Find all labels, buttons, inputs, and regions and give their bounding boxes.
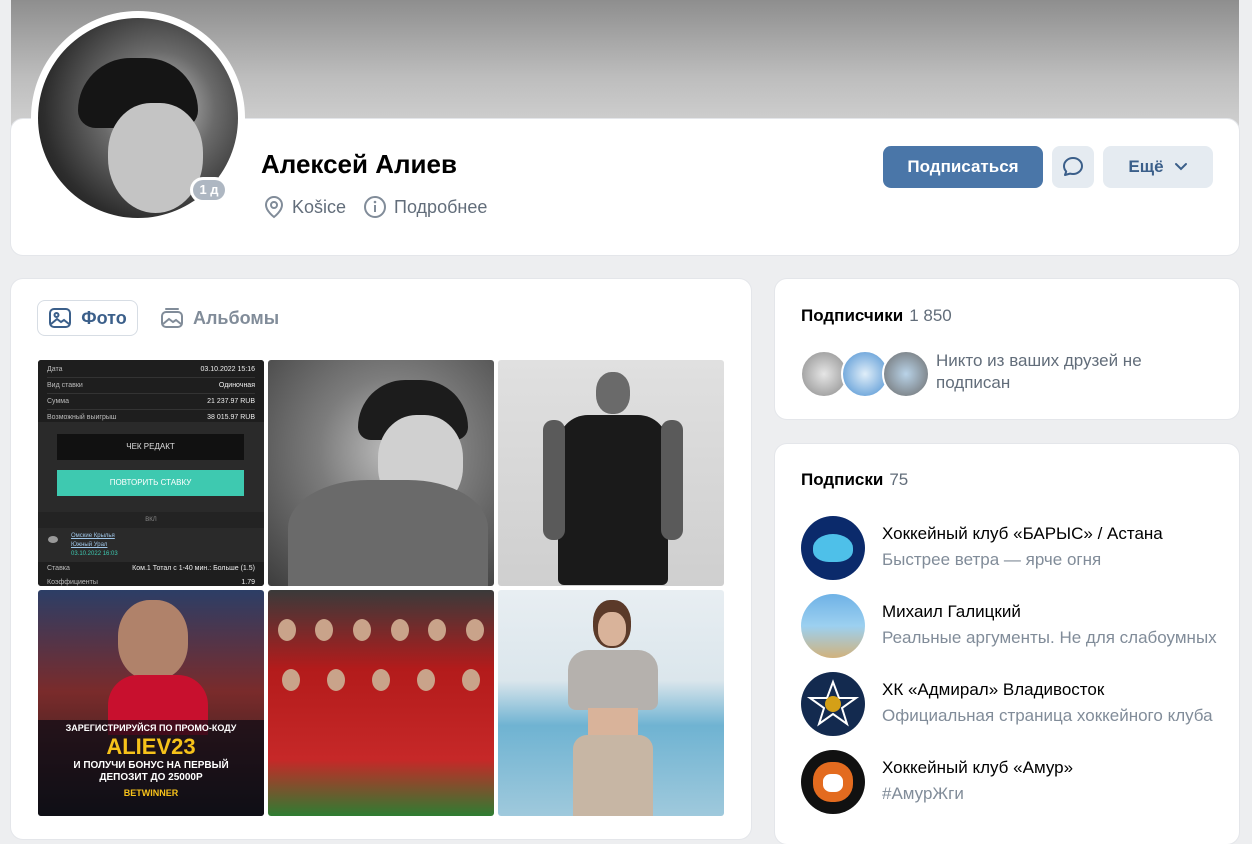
bet-row-key: Вид ставки <box>47 382 83 389</box>
tab-albums-label: Альбомы <box>193 307 280 328</box>
bet-coef-value: 1.79 <box>241 579 255 586</box>
followers-card <box>775 279 1239 419</box>
tab-photos-label: Фото <box>81 307 127 328</box>
follower-avatar[interactable] <box>882 350 930 398</box>
details-label: Подробнее <box>394 196 488 217</box>
subscription-name: Михаил Галицкий <box>882 602 1021 621</box>
subscription-item[interactable]: Хоккейный клуб «Амур» #АмурЖги <box>801 750 1221 814</box>
promo-code: ALIEV23 <box>106 734 196 759</box>
bet-stake-value: Ком.1 Тотал с 1-40 мин.: Больше (1.5) <box>132 565 255 572</box>
profile-name: Алексей Алиев <box>261 149 457 179</box>
more-dropdown-button[interactable]: Ещё <box>1103 146 1213 188</box>
location-pin-icon <box>264 195 284 219</box>
albums-icon <box>161 308 183 328</box>
followers-title: Подписчики <box>801 306 904 325</box>
photo-promo-banner[interactable]: ЗАРЕГИСТРИРУЙСЯ ПО ПРОМО-КОДУ ALIEV23 И … <box>38 590 264 816</box>
bet-coef-label: Коэффициенты <box>47 579 98 586</box>
promo-line-3: ДЕПОЗИТ ДО 25000Р <box>99 772 203 783</box>
chevron-down-icon <box>1174 163 1187 171</box>
bet-row-value: 21 237.97 RUB <box>207 398 255 405</box>
galitsky-avatar <box>801 594 865 658</box>
subscription-name: ХК «Адмирал» Владивосток <box>882 680 1105 699</box>
admiral-logo <box>801 672 865 736</box>
followers-title-link[interactable]: Подписчики 1 850 <box>801 306 952 326</box>
tab-photos[interactable]: Фото <box>37 300 138 336</box>
subscribe-button[interactable]: Подписаться <box>883 146 1043 188</box>
subscription-item[interactable]: ХК «Адмирал» Владивосток Официальная стр… <box>801 672 1221 736</box>
photo-man-tank-top[interactable] <box>498 360 724 586</box>
subscriptions-count: 75 <box>889 470 909 489</box>
subscription-desc: #АмурЖги <box>882 784 964 803</box>
last-seen-badge: 1 д <box>190 177 228 203</box>
bet-check-button: ЧЕК РЕДАКТ <box>57 434 244 460</box>
bet-row-value: 03.10.2022 15:16 <box>200 366 256 373</box>
bet-row-key: Сумма <box>47 398 69 405</box>
bet-row-value: Одиночная <box>218 382 255 389</box>
bet-event-date: 03.10.2022 16:03 <box>71 551 118 557</box>
last-seen-label: 1 д <box>193 180 225 200</box>
subscriptions-title-link[interactable]: Подписки 75 <box>801 470 908 490</box>
message-button[interactable] <box>1052 146 1094 188</box>
photo-bet-slip[interactable]: Дата 03.10.2022 15:16 Вид ставки Одиночная… <box>38 360 264 586</box>
followers-count: 1 850 <box>909 306 952 325</box>
no-friends-text: Никто из ваших друзей не подписан <box>936 351 1142 392</box>
barys-logo <box>801 516 865 580</box>
city-label: Košice <box>292 196 347 217</box>
photo-portrait[interactable] <box>268 360 494 586</box>
bet-stake-label: Ставка <box>47 565 70 572</box>
city-link[interactable]: Košice <box>263 194 346 220</box>
photo-icon <box>49 308 72 328</box>
star-icon <box>806 679 860 727</box>
subscriptions-title: Подписки <box>801 470 884 489</box>
bet-expand-label: ВКЛ <box>38 512 264 528</box>
subscription-item[interactable]: Хоккейный клуб «БАРЫС» / Астана Быстрее … <box>801 516 1221 580</box>
message-bubble-icon <box>1063 157 1083 176</box>
subscription-item[interactable]: Михаил Галицкий Реальные аргументы. Не д… <box>801 594 1221 658</box>
bet-repeat-button: ПОВТОРИТЬ СТАВКУ <box>57 470 244 496</box>
subscription-name: Хоккейный клуб «БАРЫС» / Астана <box>882 524 1163 543</box>
more-label: Ещё <box>1128 157 1164 176</box>
bet-team-2: Южный Урал <box>71 542 108 548</box>
amur-logo <box>801 750 865 814</box>
promo-line-2: И ПОЛУЧИ БОНУС НА ПЕРВЫЙ <box>73 760 229 771</box>
subscription-desc: Реальные аргументы. Не для слабоумных <box>882 628 1217 647</box>
bet-row-key: Возможный выигрыш <box>47 414 117 421</box>
puck-icon <box>48 536 58 543</box>
tab-albums[interactable]: Альбомы <box>160 300 279 336</box>
photo-woman-pool[interactable] <box>498 590 724 816</box>
subscription-desc: Быстрее ветра — ярче огня <box>882 550 1102 569</box>
subscription-desc: Официальная страница хоккейного клуба <box>882 706 1213 725</box>
promo-brand: BETWINNER <box>123 788 179 798</box>
bet-team-1: Омские Крылья <box>71 533 115 539</box>
subscription-name: Хоккейный клуб «Амур» <box>882 758 1074 777</box>
bet-row-value: 38 015.97 RUB <box>207 414 255 421</box>
bet-row-key: Дата <box>47 366 63 373</box>
photo-football-team[interactable] <box>268 590 494 816</box>
promo-line-1: ЗАРЕГИСТРИРУЙСЯ ПО ПРОМО-КОДУ <box>65 723 237 733</box>
details-link[interactable]: Подробнее <box>363 194 487 220</box>
info-icon <box>364 196 386 218</box>
